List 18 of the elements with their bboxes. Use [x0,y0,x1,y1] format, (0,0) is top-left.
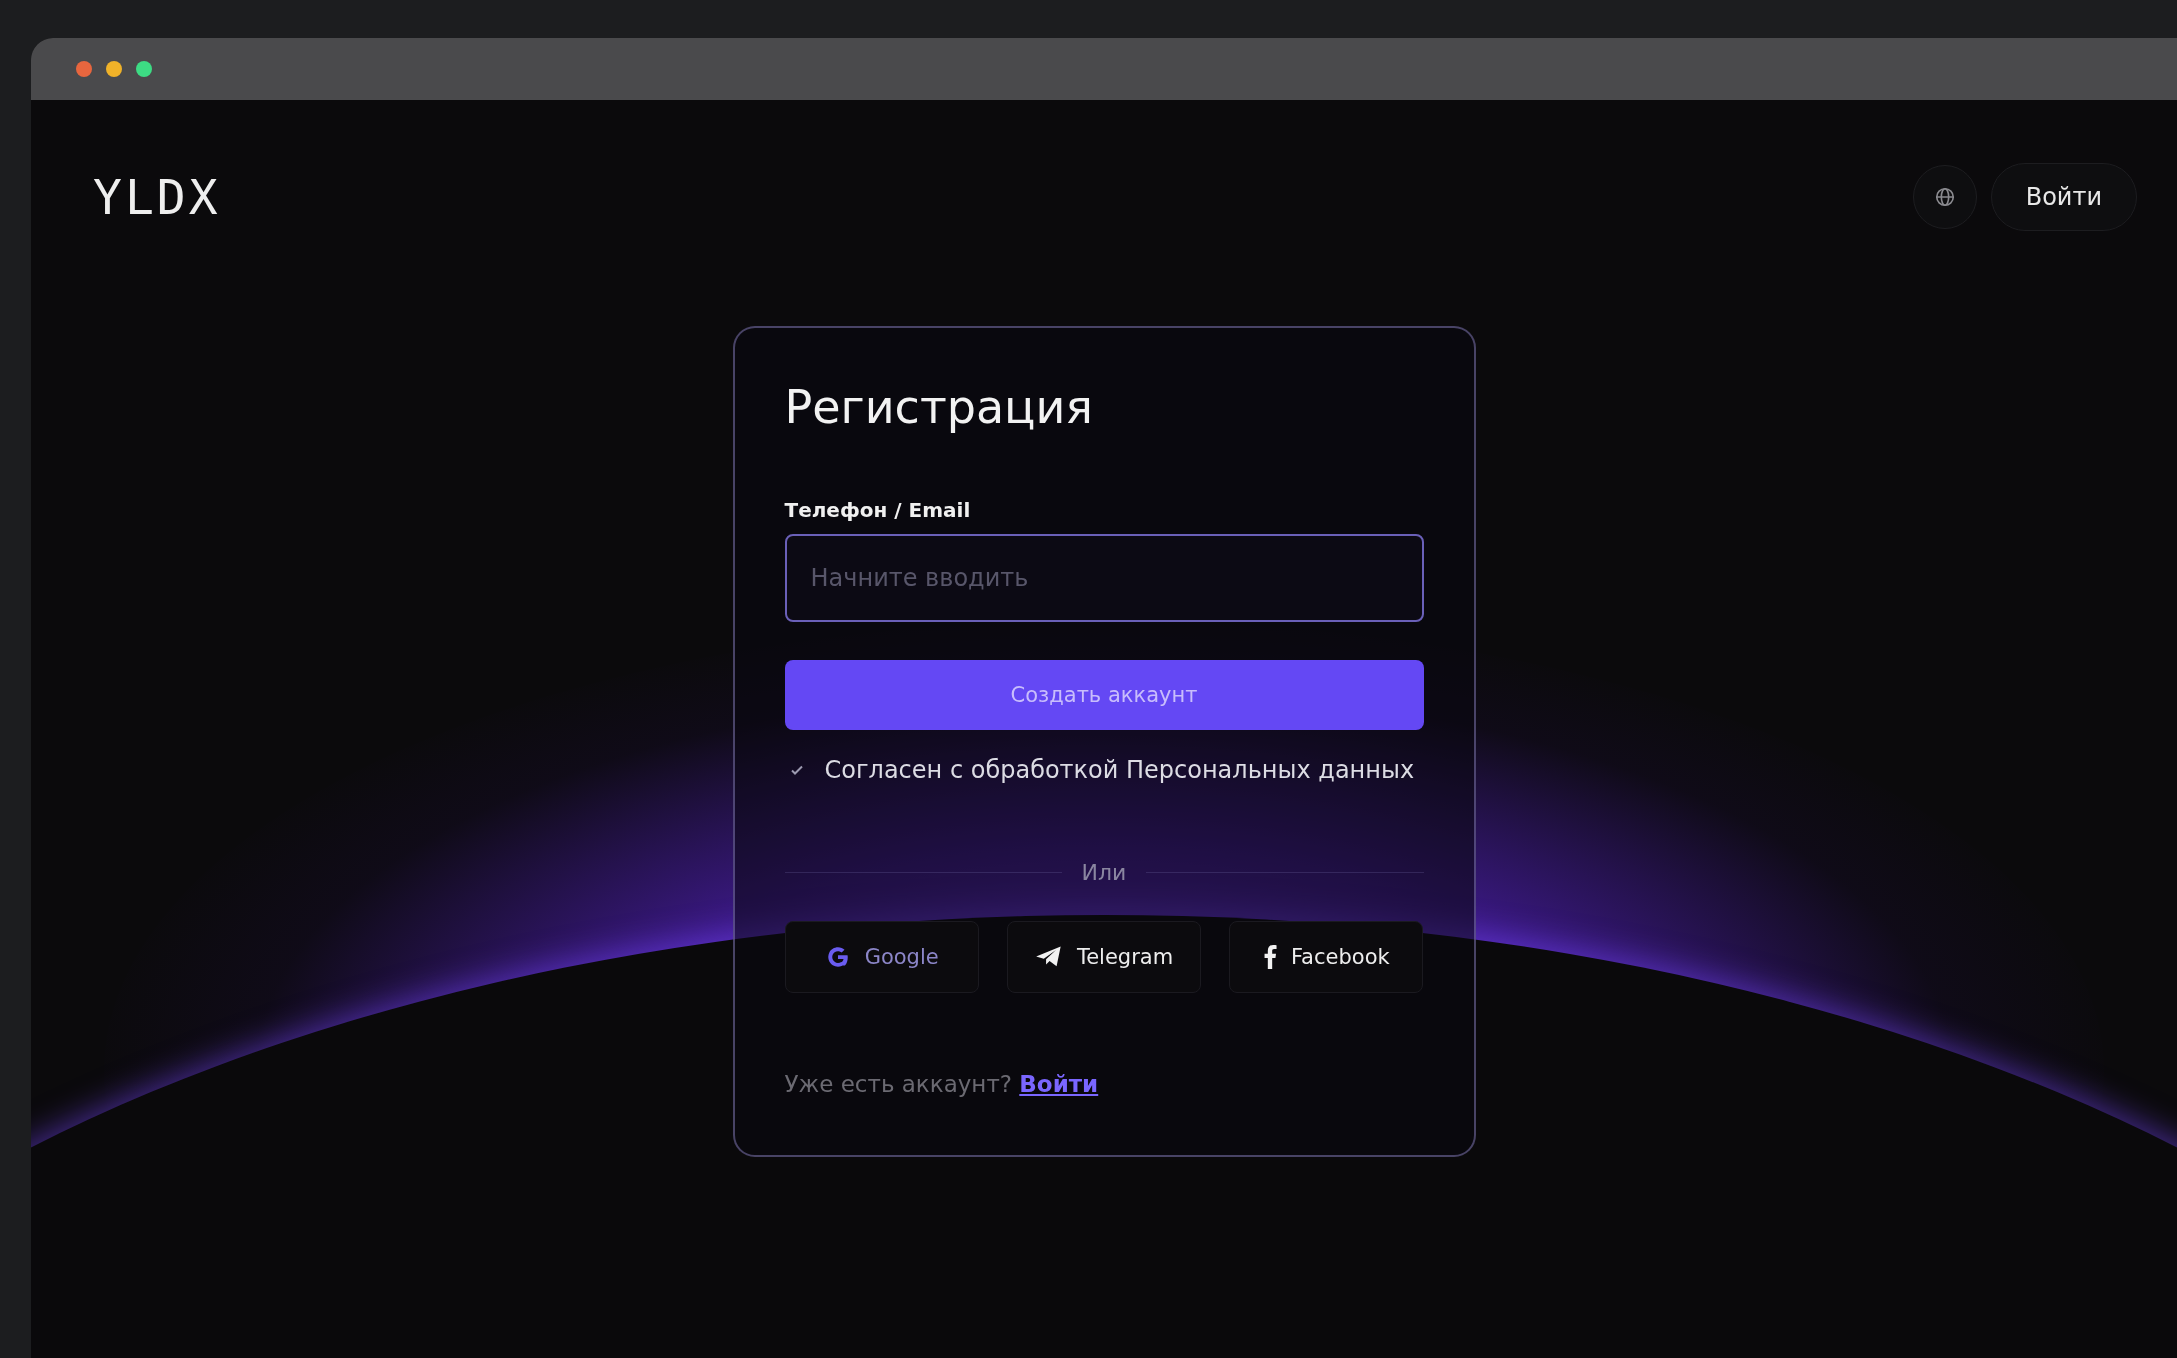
social-login-button[interactable]: Telegram [1006,921,1202,993]
sign-in-link[interactable]: Войти [1019,1071,1099,1097]
divider-label: Или [1081,860,1127,885]
social-login-button[interactable]: Facebook [1229,921,1424,993]
phone-email-field[interactable]: Начните вводить [784,534,1424,622]
social-login-button[interactable]: Google [784,921,979,993]
minimize-icon[interactable] [106,61,122,77]
consent-label: Согласен с обработкой Персональных данных [824,756,1415,784]
close-icon[interactable] [76,61,92,77]
maximize-icon[interactable] [136,61,152,77]
facebook-f-icon [1262,945,1277,969]
sign-in-prompt: Уже есть аккаунт? Войти [784,1071,1100,1097]
form-title: Регистрация [784,380,1094,434]
paper-plane-icon [1034,945,1063,969]
logo[interactable]: YLDX [93,169,221,225]
globe-icon [1933,186,1956,208]
login-button[interactable]: Войти [1990,163,2137,231]
field-label: Телефон / Email [784,498,971,522]
